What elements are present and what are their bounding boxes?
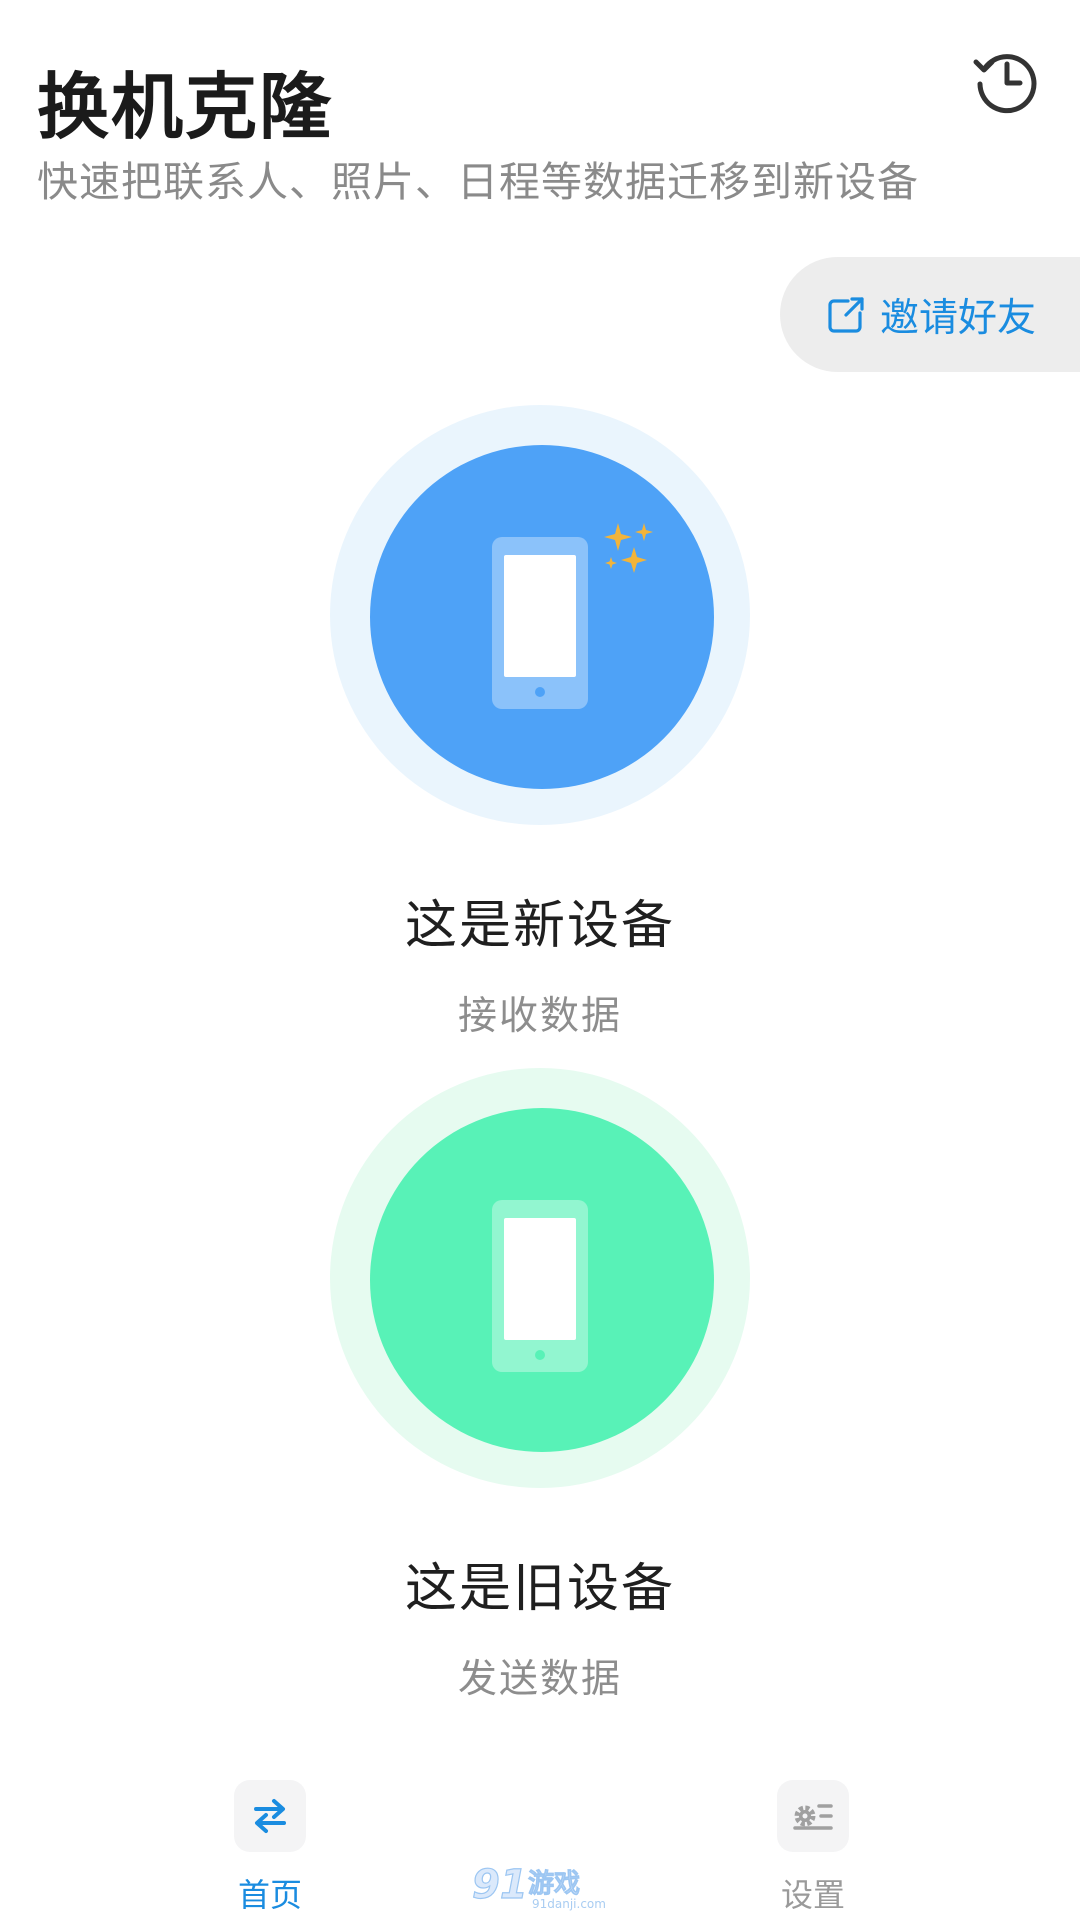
svg-text:91danji.com: 91danji.com <box>532 1897 606 1911</box>
new-device-subtitle: 接收数据 <box>457 994 622 1039</box>
transfer-icon-box <box>234 1780 306 1852</box>
share-icon <box>826 295 866 335</box>
invite-friends-button[interactable]: 邀请好友 <box>780 257 1080 372</box>
watermark-logo: 91 游戏 91danji.com <box>470 1858 610 1914</box>
new-device-title: 这是新设备 <box>404 896 675 956</box>
settings-icon <box>793 1804 833 1830</box>
svg-text:91: 91 <box>472 1862 528 1908</box>
phone-icon <box>492 537 588 709</box>
invite-friends-label: 邀请好友 <box>880 295 1037 341</box>
svg-text:游戏: 游戏 <box>528 1869 580 1899</box>
history-icon <box>973 54 1037 114</box>
transfer-icon <box>254 1799 286 1833</box>
nav-item-home[interactable]: 首页 <box>170 1770 370 1916</box>
page-subtitle: 快速把联系人、照片、日程等数据迁移到新设备 <box>37 158 919 206</box>
page-title: 换机克隆 <box>37 65 334 149</box>
nav-item-settings[interactable]: 设置 <box>713 1770 913 1916</box>
old-device-title: 这是旧设备 <box>404 1559 675 1619</box>
nav-label-settings: 设置 <box>780 1876 845 1914</box>
old-device-subtitle: 发送数据 <box>457 1657 622 1702</box>
sparkle-icon <box>604 523 653 573</box>
app-screen: 换机克隆 快速把联系人、照片、日程等数据迁移到新设备 邀请好友 这是新设备 接收… <box>0 0 1080 1920</box>
nav-label-home: 首页 <box>237 1876 302 1914</box>
settings-icon-box <box>777 1780 849 1852</box>
history-button[interactable] <box>968 42 1044 118</box>
phone-icon <box>492 1200 588 1372</box>
